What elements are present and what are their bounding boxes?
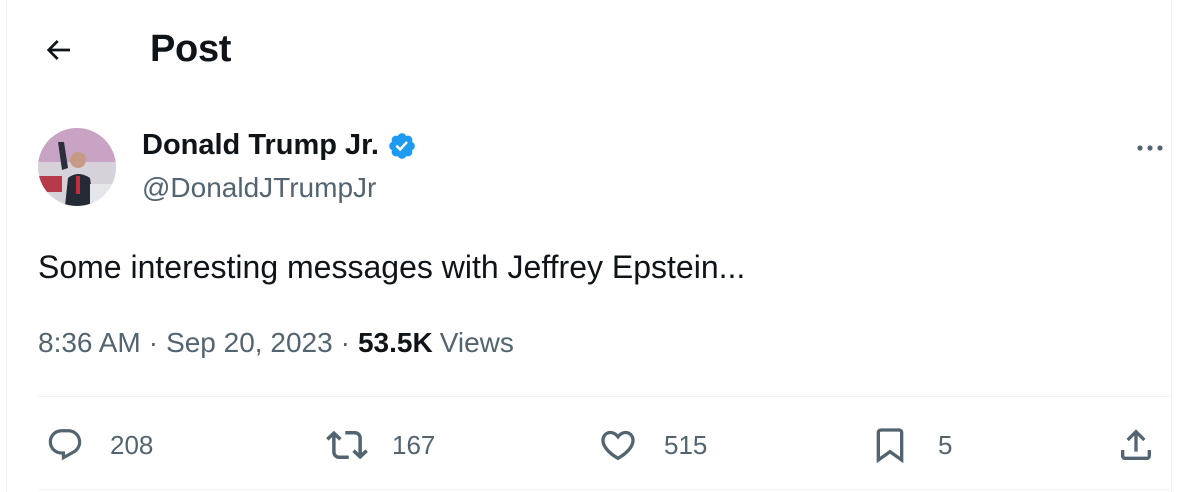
meta-separator: · [340,327,350,358]
author-name[interactable]: Donald Trump Jr. [142,129,417,162]
post-time[interactable]: 8:36 AM [38,327,141,359]
more-options-button[interactable] [1130,130,1170,166]
reply-icon [48,429,82,461]
author-handle[interactable]: @DonaldJTrumpJr [142,172,376,204]
post-meta: 8:36 AM · Sep 20, 2023 · 53.5K Views [38,327,514,359]
bookmark-button[interactable]: 5 [870,420,952,470]
views-count[interactable]: 53.5K [358,327,433,359]
repost-button[interactable]: 167 [326,420,435,470]
heart-icon [601,430,635,461]
avatar[interactable] [38,128,116,206]
meta-separator: · [148,327,159,358]
divider [38,396,1170,397]
views-label: Views [439,327,514,358]
post-text: Some interesting messages with Jeffrey E… [38,249,746,285]
like-button[interactable]: 515 [598,420,707,470]
header: Post [0,0,1200,100]
bookmark-count: 5 [938,429,953,460]
reply-button[interactable]: 208 [46,420,153,470]
repost-count: 167 [392,429,436,460]
arrow-left-icon [46,40,70,60]
verified-badge-icon[interactable] [387,131,417,161]
repost-icon [326,430,368,460]
back-button[interactable] [30,22,86,78]
page-title: Post [150,28,232,70]
share-button[interactable] [1116,420,1156,470]
action-bar: 208 167 515 5 [0,420,1200,470]
avatar-photo [38,128,116,206]
post-date[interactable]: Sep 20, 2023 [166,327,333,359]
more-horizontal-icon [1137,145,1163,151]
like-count: 515 [664,429,708,460]
author-name-text: Donald Trump Jr. [142,129,379,161]
divider [38,489,1170,490]
reply-count: 208 [110,429,154,460]
share-icon [1121,429,1151,460]
bookmark-icon [876,428,904,464]
